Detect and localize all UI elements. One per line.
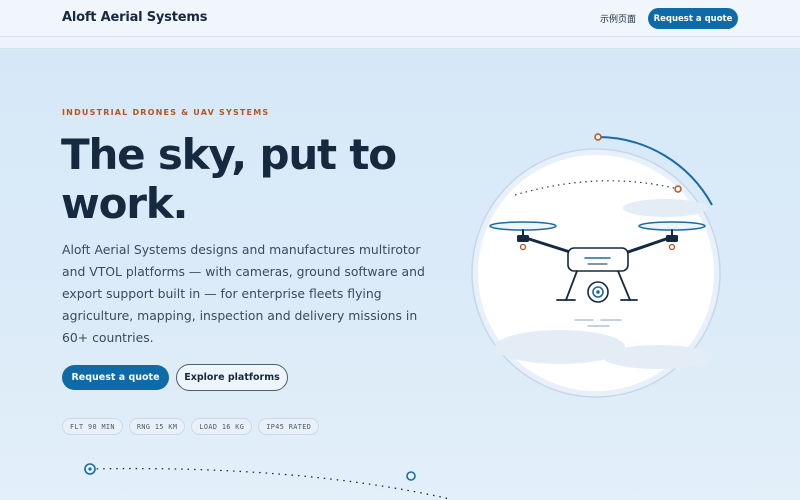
drone-illustration — [471, 133, 721, 398]
header-divider-strip — [0, 37, 800, 49]
cloud-icon — [603, 345, 713, 369]
orbit-node-start — [594, 133, 602, 141]
brand-logo-text[interactable]: Aloft Aerial Systems — [62, 10, 207, 25]
request-quote-button[interactable]: Request a quote — [62, 365, 169, 390]
route-path-illustration — [84, 463, 451, 500]
spec-badges: FLT 90 MIN RNG 15 KM LOAD 16 KG IP45 RAT… — [62, 418, 320, 435]
headline-line-2: work. — [61, 179, 188, 228]
route-start-dot — [88, 467, 92, 471]
spec-badge-payload: LOAD 16 KG — [191, 418, 253, 435]
spec-badge-range: RNG 15 KM — [128, 418, 186, 435]
explore-platforms-button[interactable]: Explore platforms — [176, 364, 288, 391]
top-navigation-bar: Aloft Aerial Systems 示例页面 Request a quot… — [0, 0, 800, 37]
route-dotted-line — [89, 467, 451, 500]
cloud-icon — [623, 199, 707, 217]
spec-badge-ip-rating: IP45 RATED — [258, 418, 320, 435]
waypoint-icon — [674, 185, 682, 193]
hero-headline: The sky, put to work. — [61, 130, 461, 228]
headline-line-1: The sky, put to — [61, 130, 397, 179]
request-quote-nav-button[interactable]: Request a quote — [648, 8, 738, 29]
hero-eyebrow: INDUSTRIAL DRONES & UAV SYSTEMS — [62, 108, 270, 117]
nav-link-example-page[interactable]: 示例页面 — [600, 12, 636, 25]
route-waypoint-icon — [406, 471, 416, 481]
spec-badge-flight-time: FLT 90 MIN — [62, 418, 123, 435]
hero-description: Aloft Aerial Systems designs and manufac… — [62, 242, 425, 345]
